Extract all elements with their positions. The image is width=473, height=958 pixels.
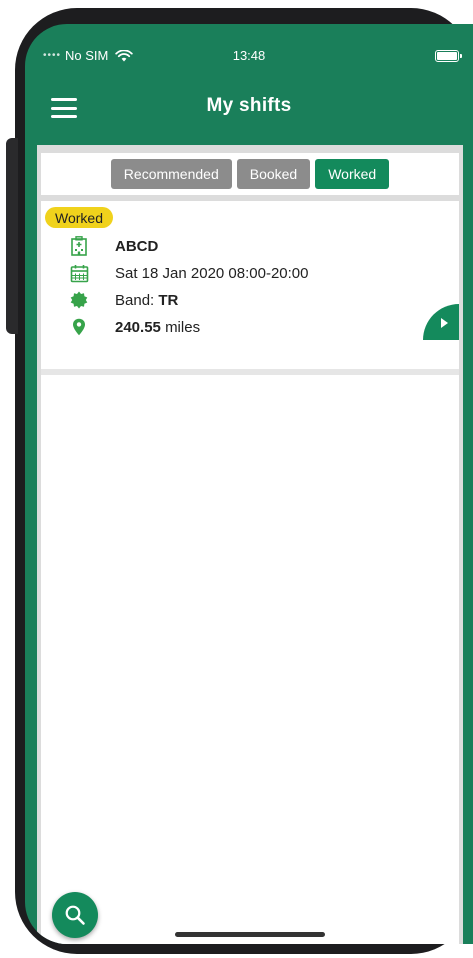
play-arrow-icon [441,318,448,328]
shift-distance: 240.55 miles [115,319,200,336]
page-title: My shifts [206,95,292,116]
shift-band-row: Band: TR [69,288,409,312]
badge-seal-icon [69,290,89,310]
home-indicator[interactable] [175,932,325,937]
app-header: My shifts [25,86,473,144]
search-button[interactable] [52,892,98,938]
shift-datetime: Sat 18 Jan 2020 08:00-20:00 [115,264,309,282]
tab-worked[interactable]: Worked [315,159,390,189]
status-badge: Worked [45,207,113,228]
phone-side-button [6,138,18,334]
battery-icon [435,50,462,62]
shift-datetime-row: Sat 18 Jan 2020 08:00-20:00 [69,261,409,285]
app-screen: •••• No SIM 13:48 My shifts Recommended … [25,24,473,944]
status-bar: •••• No SIM 13:48 [25,24,473,86]
band-value: TR [158,291,179,309]
open-shift-button[interactable] [423,304,459,340]
shift-card[interactable]: Worked ABCD Sat 18 Jan 2020 08:00-20:00 … [41,201,459,369]
shift-distance-row: 240.55 miles [69,315,409,339]
distance-unit: miles [165,318,201,336]
hospital-building-icon [69,236,89,256]
search-icon [65,905,85,925]
distance-value: 240.55 [115,318,161,336]
shift-name-row: ABCD [69,234,409,258]
location-pin-icon [69,317,89,337]
content-area: Recommended Booked Worked Worked ABCD Sa… [37,145,463,944]
shift-name: ABCD [115,237,159,255]
tab-booked[interactable]: Booked [236,159,311,189]
band-label: Band: [115,291,155,309]
shift-tabs: Recommended Booked Worked [41,153,459,195]
status-time: 13:48 [232,48,266,63]
shift-band: Band: TR [115,292,178,309]
empty-list-area [41,375,459,944]
calendar-icon [69,263,89,283]
tab-recommended[interactable]: Recommended [110,159,232,189]
